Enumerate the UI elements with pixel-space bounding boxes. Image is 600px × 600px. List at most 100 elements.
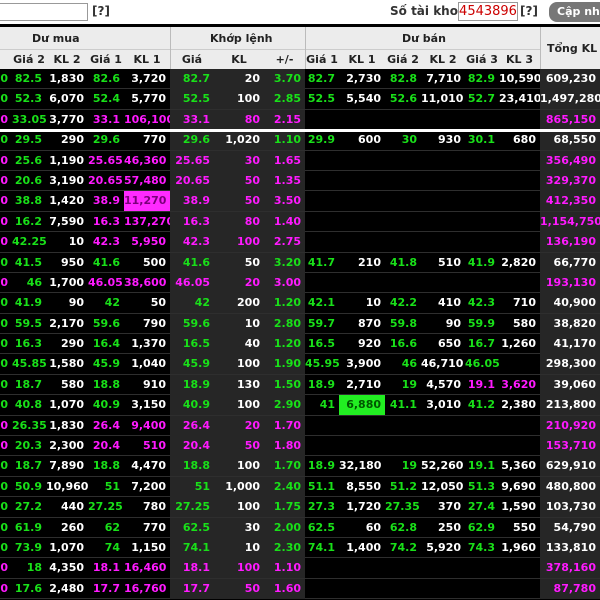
header-col-sell-price-2[interactable]: Giá 2 xyxy=(385,51,421,69)
header-col-sell-vol-2[interactable]: KL 2 xyxy=(421,51,465,69)
header-col-buy-price-1[interactable]: Giá 1 xyxy=(88,51,124,69)
cell-s3p xyxy=(465,579,499,599)
cell-s3p: 19.1 xyxy=(467,459,495,473)
cell-mp: 25.65 xyxy=(170,150,214,171)
cell-mp: 52.5 xyxy=(170,89,214,110)
cell-mp: 33.1 xyxy=(170,109,214,130)
cell-b2p: 16.2 xyxy=(14,214,42,228)
cell-s1v: 2,730 xyxy=(346,72,381,85)
table-row[interactable]: 2042.251042.35,95042.31002.75136,190 xyxy=(0,232,600,253)
header-col-sell-vol-1[interactable]: KL 1 xyxy=(339,51,385,69)
table-row[interactable]: 10184,35018.116,46018.11001.10378,160 xyxy=(0,558,600,579)
cell-s1v: 210 xyxy=(358,255,381,269)
cell-c0: 20 xyxy=(0,235,8,249)
table-row[interactable]: 9041.595041.650041.6503.2041.721041.8510… xyxy=(0,252,600,273)
cell-b2p: 27.2 xyxy=(14,500,42,514)
cell-b2v: 6,070 xyxy=(49,92,84,106)
cell-mp: 20.65 xyxy=(170,170,214,191)
header-col-sell-vol-3[interactable]: KL 3 xyxy=(499,51,540,69)
header-col-sell-price-1[interactable]: Giá 1 xyxy=(305,51,339,69)
table-row[interactable]: 2041.9904250422001.2042.11042.241042.371… xyxy=(0,293,600,314)
cell-b2p: 38.8 xyxy=(14,194,42,208)
table-row[interactable]: 2020.63,19020.6557,48020.65501.35329,370 xyxy=(0,170,600,192)
table-row[interactable]: 5045.851,58045.91,04045.91001.9045.953,9… xyxy=(0,354,600,375)
cell-b2v: 2,170 xyxy=(49,316,84,330)
cell-b2v: 10 xyxy=(68,235,84,249)
cell-s2p: 42.2 xyxy=(389,296,417,310)
header-col-buy-vol-1[interactable]: KL 1 xyxy=(124,51,170,69)
cell-s1p xyxy=(305,232,339,252)
table-row[interactable]: 8038.81,42038.911,27038.9503.50412,350 xyxy=(0,191,600,212)
cell-b2p: 33.05 xyxy=(12,112,47,126)
header-col-sell-price-3[interactable]: Giá 3 xyxy=(465,51,499,69)
header-col-buy-price-2[interactable]: Giá 2 xyxy=(12,51,46,69)
cell-s1v: 870 xyxy=(358,316,381,330)
cell-s3p xyxy=(465,232,499,252)
cell-s1v: 8,550 xyxy=(346,479,381,493)
table-row[interactable]: 3082.51,83082.63,72082.7203.7082.72,7308… xyxy=(0,69,600,90)
table-row[interactable]: 10461,70046.0538,60046.05203.00193,130 xyxy=(0,272,600,294)
cell-mp: 16.3 xyxy=(170,211,214,232)
cell-mv: 50 xyxy=(214,170,264,191)
cell-mp: 41.6 xyxy=(170,252,214,273)
account-number-input[interactable]: 4543896 xyxy=(458,2,518,21)
help-link[interactable]: [?] xyxy=(92,4,110,18)
table-row[interactable]: 9016.329016.41,37016.5401.2016.592016.66… xyxy=(0,334,600,355)
cell-mv: 10 xyxy=(214,313,264,334)
cell-s1v xyxy=(339,436,385,456)
table-row[interactable]: 9073.91,070741,15074.1102.3074.11,40074.… xyxy=(0,537,600,559)
cell-s3p xyxy=(465,416,499,436)
cell-s1v: 5,540 xyxy=(346,92,381,106)
table-row[interactable]: 1017.62,48017.716,76017.7501.6087,780 xyxy=(0,578,600,600)
header-col-buy-vol-2[interactable]: KL 2 xyxy=(46,51,88,69)
table-row[interactable]: 2033.053,77033.1106,10033.1802.15865,150 xyxy=(0,109,600,131)
cell-s3v: 3,620 xyxy=(501,377,536,391)
cell-s2v xyxy=(421,273,465,293)
table-row[interactable]: 2026.351,83026.49,40026.4201.70210,920 xyxy=(0,415,600,437)
header-col-match-change[interactable]: +/- xyxy=(264,51,305,69)
table-row[interactable]: 3016.27,59016.3137,27016.3801.401,154,75… xyxy=(0,211,600,233)
table-row[interactable]: 8018.758018.891018.91301.5018.92,710194,… xyxy=(0,374,600,396)
table-row[interactable]: 0059.52,17059.679059.6102.8059.787059.89… xyxy=(0,313,600,335)
header-col-match-price[interactable]: Giá xyxy=(170,51,214,69)
cell-tot: 480,800 xyxy=(540,476,600,497)
cell-mv: 50 xyxy=(214,252,264,273)
cell-s1p: 62.5 xyxy=(307,520,335,534)
cell-s2p xyxy=(385,273,421,293)
cell-mv: 20 xyxy=(214,272,264,293)
cell-ch: 3.20 xyxy=(264,252,305,273)
cell-c0: 30 xyxy=(0,398,8,412)
cell-b1v: 106,100 xyxy=(124,112,175,126)
table-row[interactable]: 2020.32,30020.451020.4501.80153,710 xyxy=(0,436,600,457)
cell-b1v: 5,950 xyxy=(131,235,166,249)
account-help-link[interactable]: [?] xyxy=(520,4,538,18)
cell-s1p: 51.1 xyxy=(307,479,335,493)
cell-s1v: 6,880 xyxy=(339,395,385,416)
cell-s3p xyxy=(465,151,499,171)
cell-b2p: 18 xyxy=(26,561,42,575)
header-col-match-vol[interactable]: KL xyxy=(214,51,264,69)
cell-b1p: 26.4 xyxy=(92,418,120,432)
cell-s3v xyxy=(499,354,540,374)
table-row[interactable]: 4050.910,960517,200511,0002.4051.18,5505… xyxy=(0,476,600,498)
table-row[interactable]: 5027.244027.2578027.251001.7527.31,72027… xyxy=(0,497,600,518)
cell-s1p: 74.1 xyxy=(307,540,335,554)
cell-s2p: 82.8 xyxy=(389,72,417,85)
cell-c0: 20 xyxy=(0,153,8,167)
table-row[interactable]: 2018.77,89018.84,47018.81001.7018.932,18… xyxy=(0,456,600,477)
cell-ch: 3.70 xyxy=(264,69,305,89)
symbol-search-input[interactable] xyxy=(0,3,88,21)
table-row[interactable]: 7052.36,07052.45,77052.51002.8552.55,540… xyxy=(0,89,600,110)
update-button[interactable]: Cập nhật xyxy=(549,2,600,22)
table-row[interactable]: 2025.61,19025.6546,36025.65301.65356,490 xyxy=(0,150,600,171)
cell-mp: 59.6 xyxy=(170,313,214,334)
cell-s3p xyxy=(465,212,499,232)
cell-s1v: 600 xyxy=(358,133,381,147)
table-row[interactable]: 5029.529029.677029.61,0201.1029.96003093… xyxy=(0,130,600,151)
cell-b1v: 790 xyxy=(143,316,166,330)
table-row[interactable]: 3040.81,07040.93,15040.91002.90416,88041… xyxy=(0,395,600,416)
cell-mv: 80 xyxy=(214,211,264,232)
cell-mv: 1,020 xyxy=(214,130,264,151)
cell-b2p: 41.9 xyxy=(14,296,42,310)
table-row[interactable]: 5061.92606277062.5302.0062.56062.825062.… xyxy=(0,517,600,538)
